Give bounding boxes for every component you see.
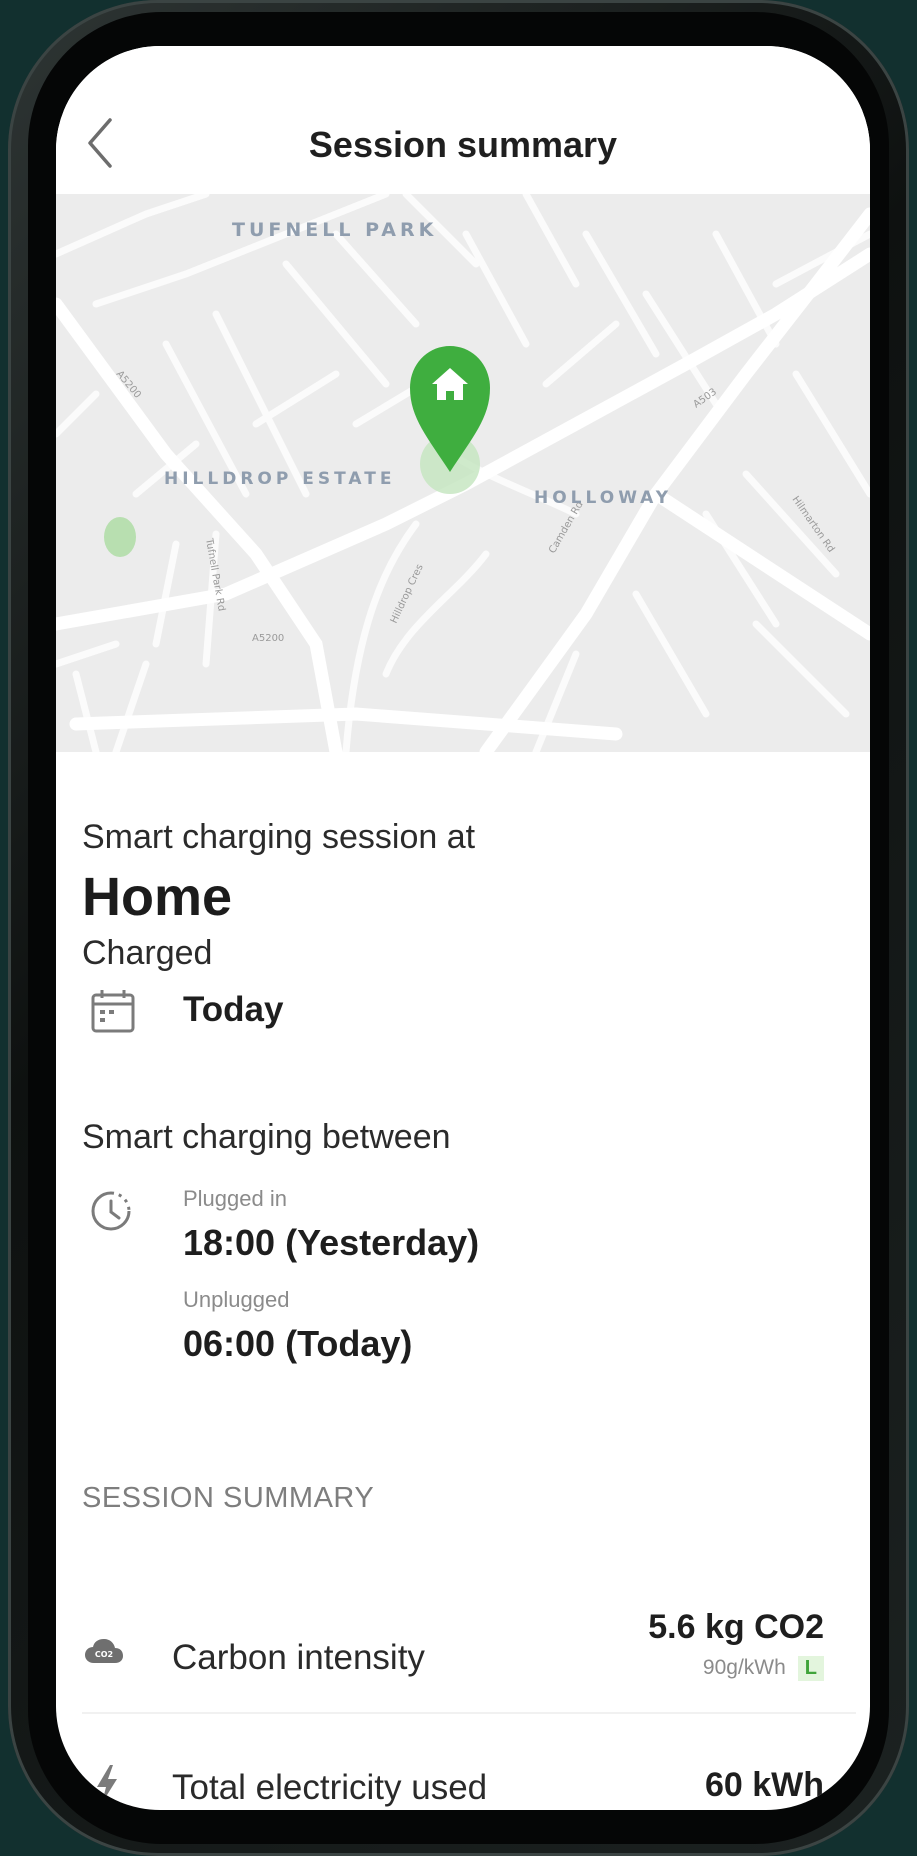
navigation-bar: Session summary	[56, 46, 870, 194]
plugged-in-label: Plugged in	[183, 1186, 287, 1211]
charged-date: Today	[183, 990, 284, 1029]
carbon-cloud-icon: CO2	[84, 1637, 124, 1670]
unplugged-label: Unplugged	[183, 1287, 290, 1312]
map-area-label: HOLLOWAY	[534, 488, 672, 508]
carbon-rate-value: 90g/kWh	[702, 1656, 786, 1679]
charged-label: Charged	[82, 934, 213, 972]
carbon-level-badge: L	[797, 1656, 824, 1681]
carbon-intensity-value: 5.6 kg CO2	[648, 1608, 824, 1646]
carbon-rate: 90g/kWh L	[703, 1656, 824, 1681]
calendar-icon	[90, 988, 136, 1039]
map-area-label: TUFNELL PARK	[232, 219, 437, 241]
road-label: A5200	[252, 633, 284, 644]
electricity-row[interactable]: Total electricity used 60 kWh	[56, 1714, 870, 1810]
unplugged-time: 06:00 (Today)	[183, 1323, 413, 1364]
summary-section-header: SESSION SUMMARY	[82, 1482, 375, 1514]
electricity-value: 60 kWh	[704, 1766, 824, 1804]
app-screen: Session summary A5200 A503 A5200 Camden …	[56, 46, 870, 1810]
carbon-intensity-row[interactable]: CO2 Carbon intensity 5.6 kg CO2 90g/kWh L	[56, 1588, 870, 1708]
clock-icon	[84, 1184, 138, 1243]
page-title: Session summary	[308, 124, 618, 165]
plugged-in-time: 18:00 (Yesterday)	[183, 1222, 480, 1263]
between-label: Smart charging between	[82, 1118, 451, 1156]
electricity-label: Total electricity used	[172, 1768, 488, 1807]
session-intro: Smart charging session at	[82, 818, 476, 856]
carbon-intensity-label: Carbon intensity	[172, 1638, 425, 1677]
lightning-bolt-icon	[94, 1764, 120, 1809]
svg-text:CO2: CO2	[95, 1650, 113, 1659]
map-area-label: HILLDROP ESTATE	[164, 469, 395, 489]
location-map[interactable]: A5200 A503 A5200 Camden Rd Hilldrop Cres…	[56, 194, 870, 752]
location-name: Home	[82, 867, 233, 927]
